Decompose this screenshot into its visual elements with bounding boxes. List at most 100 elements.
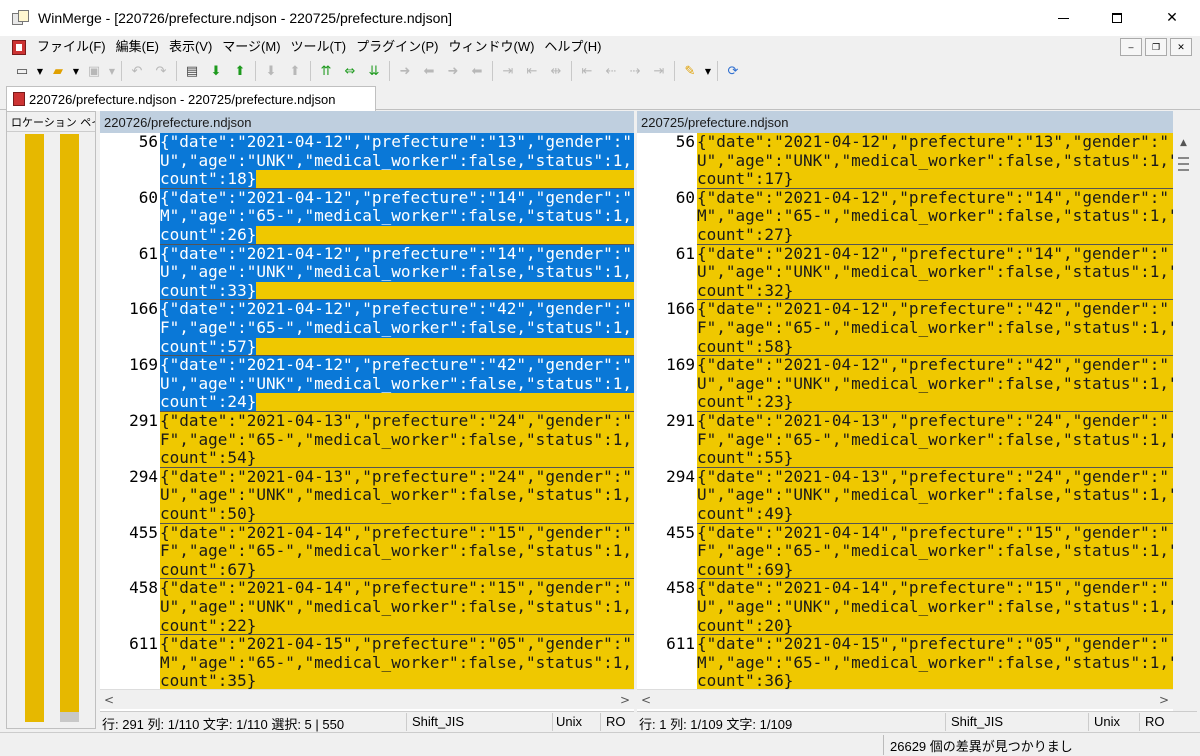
diff-line-text[interactable]: {"date":"2021-04-15","prefecture":"05","…	[160, 635, 634, 689]
menu-edit[interactable]: 編集(E)	[111, 36, 164, 58]
left-diff-row[interactable]: 294 {"date":"2021-04-13","prefecture":"24…	[100, 467, 634, 524]
merge-icon[interactable]: ⇹	[544, 60, 568, 82]
diff-line-text[interactable]: {"date":"2021-04-14","prefecture":"15","…	[160, 523, 634, 580]
diff-line-text[interactable]: {"date":"2021-04-12","prefecture":"42","…	[160, 300, 634, 357]
filmstrip-icon[interactable]: ▤	[180, 60, 204, 82]
last-diff-icon[interactable]: ⇊	[362, 60, 386, 82]
diff-line-text[interactable]: {"date":"2021-04-12","prefecture":"13","…	[160, 133, 634, 189]
document-menu-icon[interactable]	[12, 39, 26, 55]
save-dropdown-icon[interactable]: ▼	[106, 60, 118, 82]
menu-help[interactable]: ヘルプ(H)	[539, 36, 606, 58]
scroll-right-icon[interactable]: >	[1159, 693, 1169, 707]
diff-line-text[interactable]: {"date":"2021-04-13","prefecture":"24","…	[160, 467, 634, 524]
options-icon[interactable]: ✎	[678, 60, 702, 82]
left-diff-row[interactable]: 611 {"date":"2021-04-15","prefecture":"05…	[100, 634, 634, 689]
diff-line-text[interactable]: {"date":"2021-04-13","prefecture":"24","…	[697, 467, 1173, 524]
right-diff-row[interactable]: 291 {"date":"2021-04-13","prefecture":"24…	[637, 411, 1173, 468]
right-diff-row[interactable]: 60 {"date":"2021-04-12","prefecture":"14"…	[637, 188, 1173, 245]
menu-merge[interactable]: マージ(M)	[217, 36, 285, 58]
right-diff-row[interactable]: 458 {"date":"2021-04-14","prefecture":"15…	[637, 579, 1173, 636]
diff-line-text[interactable]: {"date":"2021-04-15","prefecture":"05","…	[697, 635, 1173, 689]
diff-line-text[interactable]: {"date":"2021-04-13","prefecture":"24","…	[697, 411, 1173, 468]
right-diff-row[interactable]: 166 {"date":"2021-04-12","prefecture":"42…	[637, 300, 1173, 357]
prev-conflict-icon[interactable]: ⬆	[283, 60, 307, 82]
diff-line-text[interactable]: {"date":"2021-04-12","prefecture":"14","…	[697, 244, 1173, 301]
options-dropdown-icon[interactable]: ▼	[702, 60, 714, 82]
vertical-scrollbar[interactable]: ▲	[1173, 134, 1194, 690]
copy-all-right-icon[interactable]: ⇥	[496, 60, 520, 82]
diff-line-text[interactable]: {"date":"2021-04-13","prefecture":"24","…	[160, 411, 634, 468]
diff-line-text[interactable]: {"date":"2021-04-14","prefecture":"15","…	[697, 523, 1173, 580]
mdi-close-button[interactable]: ✕	[1170, 38, 1192, 56]
menu-file[interactable]: ファイル(F)	[32, 36, 111, 58]
scroll-right-icon[interactable]: >	[620, 693, 630, 707]
prev-diff-icon[interactable]: ⬆	[228, 60, 252, 82]
new-icon[interactable]: ▭	[10, 60, 34, 82]
minimize-button[interactable]	[1036, 0, 1090, 36]
diff-line-text[interactable]: {"date":"2021-04-12","prefecture":"14","…	[697, 188, 1173, 245]
scroll-up-icon[interactable]: ▲	[1173, 134, 1194, 152]
diff-line-text[interactable]: {"date":"2021-04-14","prefecture":"15","…	[160, 579, 634, 636]
location-bar-left[interactable]	[25, 134, 44, 714]
left-diff-row[interactable]: 455 {"date":"2021-04-14","prefecture":"15…	[100, 523, 634, 580]
open-dropdown-icon[interactable]: ▼	[70, 60, 82, 82]
menu-view[interactable]: 表示(V)	[164, 36, 217, 58]
right-diff-row[interactable]: 56 {"date":"2021-04-12","prefecture":"13"…	[637, 133, 1173, 189]
document-tab[interactable]: 220726/prefecture.ndjson - 220725/prefec…	[6, 86, 376, 111]
location-pane[interactable]: ロケーション ペイン ✕	[6, 111, 96, 729]
right-diff-row[interactable]: 611 {"date":"2021-04-15","prefecture":"05…	[637, 634, 1173, 689]
location-bar-right[interactable]	[60, 134, 79, 714]
copy-left-advance-icon[interactable]: ⬅	[465, 60, 489, 82]
copy-right-icon[interactable]: ➜	[393, 60, 417, 82]
mdi-minimize-button[interactable]: –	[1120, 38, 1142, 56]
left-diff-row[interactable]: 166 {"date":"2021-04-12","prefecture":"42…	[100, 300, 634, 357]
copy-left-icon[interactable]: ⬅	[417, 60, 441, 82]
menu-window[interactable]: ウィンドウ(W)	[443, 36, 539, 58]
diff-line-text[interactable]: {"date":"2021-04-12","prefecture":"42","…	[697, 356, 1173, 412]
right-icon[interactable]: ⇢	[623, 60, 647, 82]
left-diff-row[interactable]: 60 {"date":"2021-04-12","prefecture":"14"…	[100, 188, 634, 245]
diff-line-text[interactable]: {"date":"2021-04-12","prefecture":"42","…	[697, 300, 1173, 357]
current-diff-icon[interactable]: ⇔	[338, 60, 362, 82]
scroll-left-icon[interactable]: <	[641, 693, 651, 707]
diff-line-text[interactable]: {"date":"2021-04-14","prefecture":"15","…	[697, 579, 1173, 636]
save-icon[interactable]: ▣	[82, 60, 106, 82]
new-dropdown-icon[interactable]: ▼	[34, 60, 46, 82]
left-horizontal-scrollbar[interactable]: < >	[100, 689, 634, 709]
copy-all-left-icon[interactable]: ⇤	[520, 60, 544, 82]
right-pane-body[interactable]: 56 {"date":"2021-04-12","prefecture":"13"…	[637, 133, 1173, 689]
mdi-restore-button[interactable]: ❐	[1145, 38, 1167, 56]
diff-line-text[interactable]: {"date":"2021-04-12","prefecture":"13","…	[697, 133, 1173, 189]
copy-right-advance-icon[interactable]: ➜	[441, 60, 465, 82]
next-diff-icon[interactable]: ⬇	[204, 60, 228, 82]
left-diff-row[interactable]: 61 {"date":"2021-04-12","prefecture":"14"…	[100, 244, 634, 301]
scroll-thumb[interactable]	[1178, 157, 1189, 171]
prev-file-icon[interactable]: ⇤	[575, 60, 599, 82]
next-conflict-icon[interactable]: ⬇	[259, 60, 283, 82]
left-diff-row[interactable]: 56 {"date":"2021-04-12","prefecture":"13"…	[100, 133, 634, 189]
left-diff-pane[interactable]: 220726/prefecture.ndjson 56 {"date":"2021…	[100, 111, 634, 711]
left-diff-row[interactable]: 169 {"date":"2021-04-12","prefecture":"42…	[100, 355, 634, 412]
menu-plugins[interactable]: プラグイン(P)	[351, 36, 443, 58]
menu-tools[interactable]: ツール(T)	[286, 36, 352, 58]
undo-icon[interactable]: ↶	[125, 60, 149, 82]
maximize-button[interactable]	[1090, 0, 1144, 36]
scroll-left-icon[interactable]: <	[104, 693, 114, 707]
right-horizontal-scrollbar[interactable]: < >	[637, 689, 1173, 709]
left-pane-body[interactable]: 56 {"date":"2021-04-12","prefecture":"13"…	[100, 133, 634, 689]
refresh-icon[interactable]: ⟳	[721, 60, 745, 82]
right-diff-row[interactable]: 61 {"date":"2021-04-12","prefecture":"14"…	[637, 244, 1173, 301]
next-file-icon[interactable]: ⇥	[647, 60, 671, 82]
right-diff-row[interactable]: 455 {"date":"2021-04-14","prefecture":"15…	[637, 523, 1173, 580]
open-icon[interactable]: ▰	[46, 60, 70, 82]
left-icon[interactable]: ⇠	[599, 60, 623, 82]
diff-line-text[interactable]: {"date":"2021-04-12","prefecture":"14","…	[160, 244, 634, 301]
right-diff-row[interactable]: 294 {"date":"2021-04-13","prefecture":"24…	[637, 467, 1173, 524]
right-diff-pane[interactable]: 220725/prefecture.ndjson 56 {"date":"2021…	[637, 111, 1173, 711]
diff-line-text[interactable]: {"date":"2021-04-12","prefecture":"42","…	[160, 356, 634, 412]
diff-line-text[interactable]: {"date":"2021-04-12","prefecture":"14","…	[160, 188, 634, 245]
left-diff-row[interactable]: 291 {"date":"2021-04-13","prefecture":"24…	[100, 411, 634, 468]
close-button[interactable]: ✕	[1144, 0, 1200, 36]
redo-icon[interactable]: ↷	[149, 60, 173, 82]
first-diff-icon[interactable]: ⇈	[314, 60, 338, 82]
